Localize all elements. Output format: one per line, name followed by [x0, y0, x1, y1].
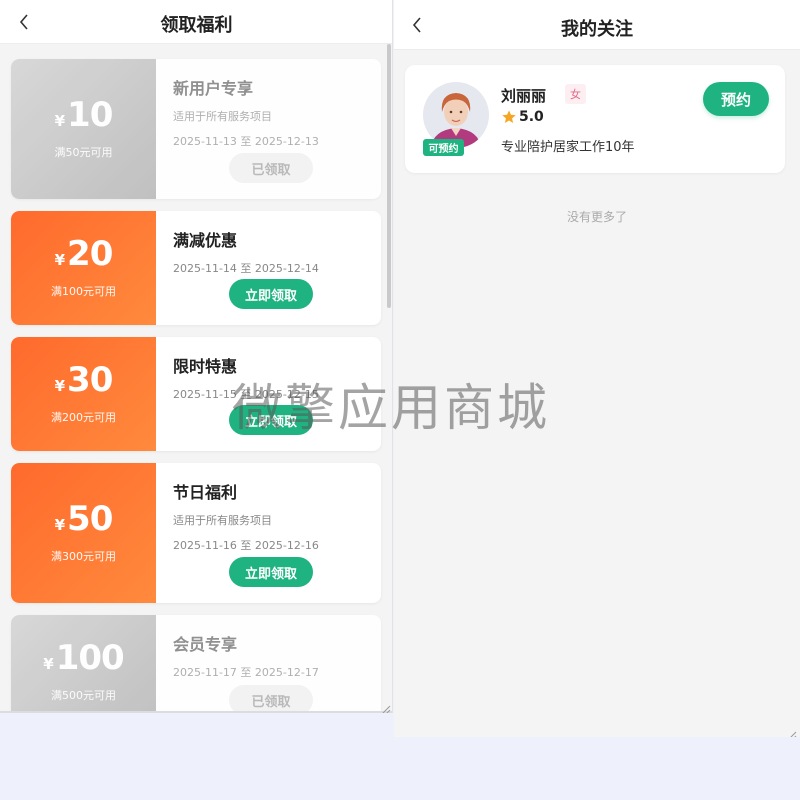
currency-symbol: ¥ — [54, 112, 66, 130]
resize-grip-icon[interactable] — [787, 726, 797, 737]
benefits-header: 领取福利 — [0, 0, 392, 44]
claimed-button: 已领取 — [229, 685, 313, 713]
currency-symbol: ¥ — [54, 251, 66, 269]
coupon-date: 2025-11-13 至 2025-12-13 — [173, 135, 319, 148]
coupon-card: ¥ 20 满100元可用 满减优惠 2025-11-14 至 2025-12-1… — [11, 211, 381, 325]
coupon-card: ¥ 30 满200元可用 限时特惠 2025-11-15 至 2025-12-1… — [11, 337, 381, 451]
caregiver-card[interactable]: 可预约 刘丽丽 女 5.0 专业陪护居家工作10年 预约 — [405, 65, 785, 173]
page-title: 领取福利 — [160, 15, 233, 36]
rating-value: 5.0 — [519, 109, 544, 125]
coupon-desc: 适用于所有服务项目 — [173, 514, 272, 527]
claim-button[interactable]: 立即领取 — [229, 279, 313, 309]
coupon-name: 满减优惠 — [173, 231, 238, 250]
coupon-date: 2025-11-15 至 2025-12-15 — [173, 388, 319, 401]
coupon-amount: 100 — [55, 638, 125, 678]
coupon-condition: 满200元可用 — [51, 411, 116, 424]
follow-panel: 我的关注 可预约 刘丽丽 女 5.0 专业陪护居家工作10年 预约 没有更多了 — [394, 0, 800, 737]
claim-button[interactable]: 立即领取 — [229, 557, 313, 587]
currency-symbol: ¥ — [43, 655, 54, 673]
caregiver-name: 刘丽丽 — [501, 87, 547, 105]
rating: 5.0 — [501, 109, 544, 125]
scrollbar[interactable] — [387, 44, 391, 308]
coupon-amount: 50 — [67, 499, 113, 539]
coupon-name: 新用户专享 — [173, 79, 254, 98]
coupon-value-stub: ¥ 20 满100元可用 — [11, 211, 156, 325]
coupon-card: ¥ 10 满50元可用 新用户专享 适用于所有服务项目 2025-11-13 至… — [11, 59, 381, 199]
coupon-value-stub: ¥ 10 满50元可用 — [11, 59, 156, 199]
coupon-condition: 满500元可用 — [51, 689, 116, 702]
coupon-value-stub: ¥ 100 满500元可用 — [11, 615, 156, 713]
no-more-text: 没有更多了 — [566, 210, 627, 224]
coupon-condition: 满300元可用 — [51, 550, 116, 563]
follow-header: 我的关注 — [394, 0, 800, 50]
page-title: 我的关注 — [561, 19, 633, 40]
coupon-name: 会员专享 — [173, 635, 238, 654]
book-button[interactable]: 预约 — [703, 82, 769, 116]
coupon-amount: 30 — [67, 360, 113, 400]
caregiver-intro: 专业陪护居家工作10年 — [501, 140, 635, 155]
gender-tag: 女 — [565, 84, 586, 104]
coupon-value-stub: ¥ 30 满200元可用 — [11, 337, 156, 451]
resize-grip-icon[interactable] — [381, 700, 391, 713]
star-icon — [502, 110, 516, 123]
benefits-panel: 领取福利 ¥ 10 满50元可用 新用户专享 适用于所有服务项目 2025-11… — [0, 0, 393, 713]
coupon-amount: 20 — [67, 234, 113, 274]
currency-symbol: ¥ — [54, 377, 66, 395]
claimed-button: 已领取 — [229, 153, 313, 183]
coupon-condition: 满100元可用 — [51, 285, 116, 298]
coupon-amount: 10 — [67, 95, 113, 135]
available-badge: 可预约 — [423, 139, 464, 156]
coupon-condition: 满50元可用 — [54, 146, 113, 159]
coupon-card: ¥ 50 满300元可用 节日福利 适用于所有服务项目 2025-11-16 至… — [11, 463, 381, 603]
coupon-date: 2025-11-14 至 2025-12-14 — [173, 262, 319, 275]
coupon-name: 节日福利 — [173, 483, 238, 502]
coupon-card: ¥ 100 满500元可用 会员专享 2025-11-17 至 2025-12-… — [11, 615, 381, 713]
coupon-value-stub: ¥ 50 满300元可用 — [11, 463, 156, 603]
coupon-date: 2025-11-17 至 2025-12-17 — [173, 666, 319, 679]
currency-symbol: ¥ — [54, 516, 66, 534]
claim-button[interactable]: 立即领取 — [229, 405, 313, 435]
coupon-desc: 适用于所有服务项目 — [173, 110, 272, 123]
divider — [0, 711, 392, 713]
coupon-date: 2025-11-16 至 2025-12-16 — [173, 539, 319, 552]
coupon-name: 限时特惠 — [173, 357, 238, 376]
